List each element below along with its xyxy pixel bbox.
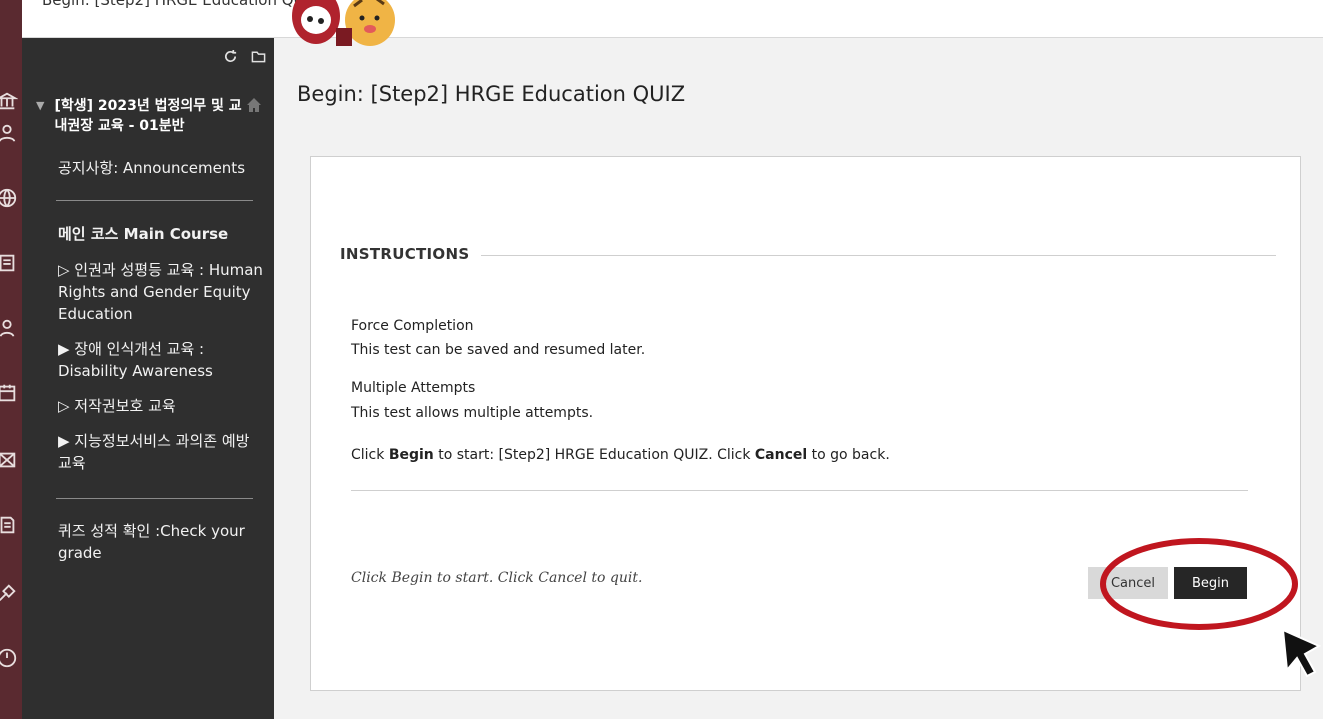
breadcrumb[interactable]: Begin: [Step2] HRGE Education QUIZ	[42, 0, 319, 9]
sidebar-heading-main-course: 메인 코스 Main Course	[58, 225, 229, 243]
signout-icon[interactable]	[0, 645, 20, 671]
course-title[interactable]: ▼ [학생] 2023년 법정의무 및 교 내권장 교육 - 01분반	[36, 96, 268, 136]
calendar-icon[interactable]	[0, 380, 20, 406]
begin-instruction: Click Begin to start: [Step2] HRGE Educa…	[351, 444, 890, 466]
cursor-arrow	[1281, 628, 1322, 678]
cancel-keyword: Cancel	[754, 447, 808, 463]
refresh-icon[interactable]	[222, 48, 238, 64]
course-menu-tools	[222, 48, 266, 64]
submit-hint: Click Begin to start. Click Cancel to qu…	[351, 570, 643, 586]
instructions-heading: INSTRUCTIONS	[340, 245, 470, 263]
course-menu: ▼ [학생] 2023년 법정의무 및 교 내권장 교육 - 01분반 공지사항…	[22, 38, 274, 719]
sidebar-item-human-rights[interactable]: ▷ 인권과 성평등 교육 : Human Rights and Gender E…	[58, 259, 263, 325]
begin-instruction-middle: to start: [Step2] HRGE Education QUIZ. C…	[433, 447, 755, 463]
sidebar-item-copyright[interactable]: ▷ 저작권보호 교육	[58, 395, 263, 417]
top-header: Begin: [Step2] HRGE Education QUIZ	[22, 0, 1323, 38]
home-icon[interactable]	[246, 97, 262, 113]
section-separator	[351, 490, 1248, 491]
begin-instruction-prefix: Click	[351, 447, 389, 463]
cancel-button[interactable]: Cancel	[1088, 567, 1168, 599]
globe-icon[interactable]	[0, 185, 20, 211]
multiple-attempts-label: Multiple Attempts	[351, 380, 476, 396]
force-completion-label: Force Completion	[351, 318, 474, 334]
folder-icon[interactable]	[250, 48, 266, 64]
sidebar-item-check-grade[interactable]: 퀴즈 성적 확인 :Check your grade	[58, 520, 263, 564]
institution-icon[interactable]	[0, 88, 20, 114]
profile-icon[interactable]	[0, 120, 20, 146]
sidebar-divider	[56, 200, 253, 201]
begin-keyword: Begin	[388, 447, 434, 463]
courses-icon[interactable]	[0, 250, 20, 276]
tools-icon[interactable]	[0, 580, 20, 606]
multiple-attempts-text: This test allows multiple attempts.	[351, 405, 594, 421]
heading-rule	[481, 255, 1276, 256]
begin-button[interactable]: Begin	[1174, 567, 1247, 599]
grades-icon[interactable]	[0, 512, 20, 538]
test-instructions-card: INSTRUCTIONS Force Completion This test …	[310, 156, 1301, 691]
page-title: Begin: [Step2] HRGE Education QUIZ	[297, 82, 686, 106]
mascot-image	[292, 0, 395, 46]
collapse-caret-icon[interactable]: ▼	[36, 99, 44, 136]
sidebar-item-disability[interactable]: ▶ 장애 인식개선 교육 : Disability Awareness	[58, 338, 263, 382]
groups-icon[interactable]	[0, 315, 20, 341]
begin-instruction-suffix: to go back.	[807, 447, 890, 463]
sidebar-item-intelligent-services[interactable]: ▶ 지능정보서비스 과의존 예방 교육	[58, 430, 263, 474]
sidebar-divider	[56, 498, 253, 499]
sidebar-item-announcements[interactable]: 공지사항: Announcements	[58, 157, 263, 179]
messages-icon[interactable]	[0, 447, 20, 473]
force-completion-text: This test can be saved and resumed later…	[351, 342, 646, 358]
global-nav-strip	[0, 0, 22, 719]
